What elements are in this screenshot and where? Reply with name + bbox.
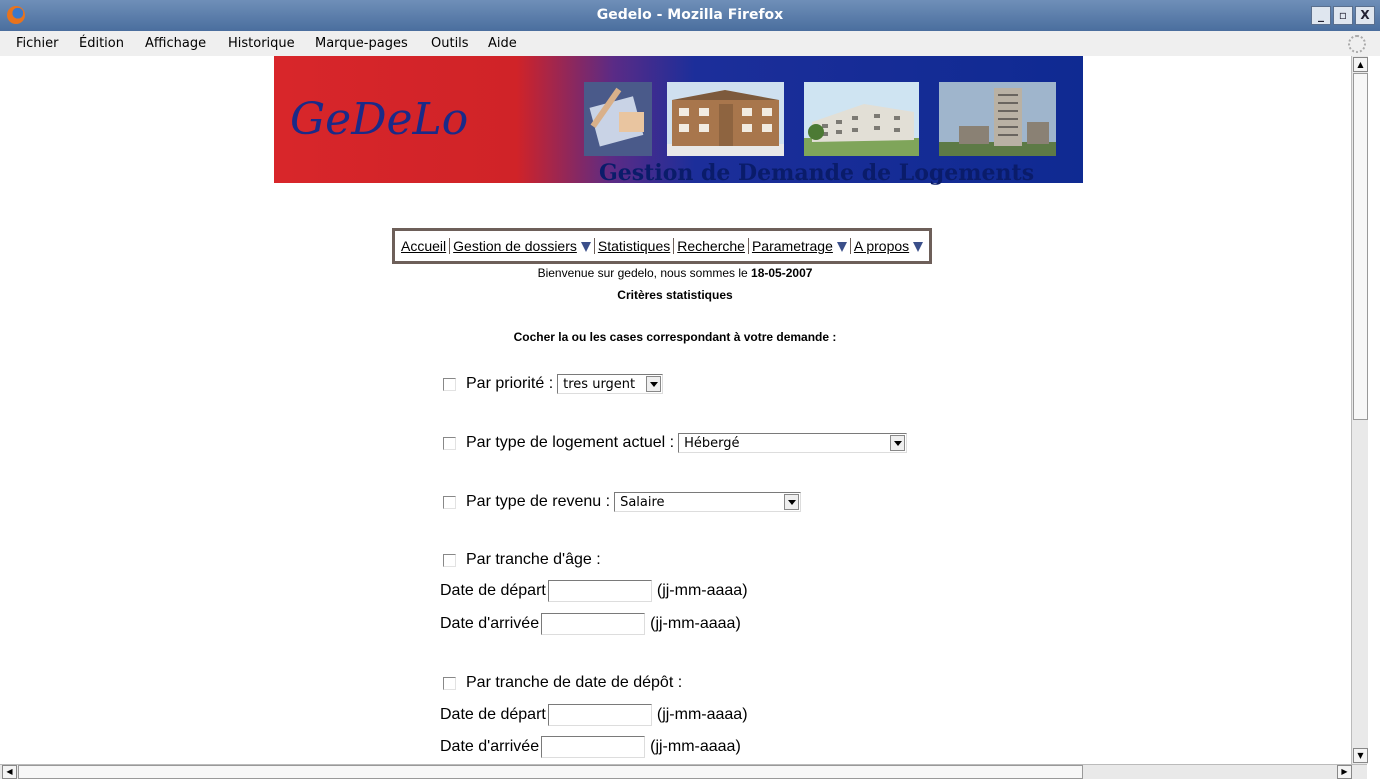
dropdown-arrow-icon[interactable] [836,242,847,252]
menu-aide[interactable]: Aide [488,36,517,51]
banner-photo-tower [939,82,1056,156]
scroll-right-icon[interactable]: ▶ [1337,765,1352,779]
horizontal-scroll-thumb[interactable] [18,765,1083,779]
vertical-scroll-thumb[interactable] [1353,73,1368,420]
deposit-start-hint: (jj-mm-aaaa) [656,706,748,723]
window-titlebar: Gedelo - Mozilla Firefox _ ▫ X [0,0,1380,31]
housing-select[interactable]: Hébergé [678,433,908,453]
scroll-down-icon[interactable]: ▼ [1353,748,1368,763]
page-title: Critères statistiques [617,288,733,302]
criterion-priority: Par priorité : tres urgent [443,374,664,394]
criterion-age: Par tranche d'âge : [443,551,601,569]
menu-marque-pages[interactable]: Marque-pages [315,36,408,51]
chevron-down-icon[interactable] [646,376,662,392]
welcome-message: Bienvenue sur gedelo, nous sommes le 18-… [0,266,1350,280]
deposit-end-row: Date d'arrivée (jj-mm-aaaa) [440,736,741,758]
priority-label: Par priorité : [466,375,554,392]
age-start-row: Date de départ (jj-mm-aaaa) [440,580,748,602]
menu-historique[interactable]: Historique [228,36,295,51]
age-end-hint: (jj-mm-aaaa) [650,615,741,632]
priority-checkbox[interactable] [443,377,456,391]
current-date: 18-05-2007 [751,266,813,280]
criterion-deposit: Par tranche de date de dépôt : [443,674,682,692]
income-select-value: Salaire [620,495,665,510]
main-nav: Accueil Gestion de dossiers Statistiques… [392,228,933,264]
scroll-up-icon[interactable]: ▲ [1353,57,1368,72]
housing-label: Par type de logement actuel : [466,434,675,451]
age-start-label: Date de départ [440,582,546,599]
maximize-button[interactable]: ▫ [1333,6,1353,25]
site-tagline: Gestion de Demande de Logements [599,160,1035,186]
nav-statistiques[interactable]: Statistiques [595,238,675,254]
chevron-down-icon[interactable] [784,494,800,510]
menu-affichage[interactable]: Affichage [145,36,206,51]
page-content: GeDeLo Gestion de Demande de Logements A… [0,56,1350,764]
site-banner: GeDeLo Gestion de Demande de Logements [274,56,1083,186]
nav-parametrage-label[interactable]: Parametrage [752,238,833,254]
dropdown-arrow-icon[interactable] [913,242,924,252]
housing-select-value: Hébergé [684,436,740,451]
priority-select-value: tres urgent [563,377,636,392]
criterion-income: Par type de revenu : Salaire [443,492,802,512]
nav-statistiques-label[interactable]: Statistiques [598,238,670,254]
deposit-start-input[interactable] [547,704,652,726]
menu-edition[interactable]: Édition [79,36,124,51]
minimize-button[interactable]: _ [1311,6,1331,25]
deposit-checkbox[interactable] [443,676,456,690]
age-start-input[interactable] [547,580,652,602]
nav-accueil-label[interactable]: Accueil [401,238,446,254]
instruction-text: Cocher la ou les cases correspondant à v… [513,330,837,344]
nav-accueil[interactable]: Accueil [398,238,451,254]
nav-gestion-de-dossiers[interactable]: Gestion de dossiers [450,238,595,254]
scroll-left-icon[interactable]: ◀ [2,765,17,779]
chevron-down-icon[interactable] [890,435,906,451]
vertical-scrollbar[interactable]: ▲ ▼ [1351,56,1368,764]
age-start-hint: (jj-mm-aaaa) [656,582,748,599]
banner-photo-signing [584,82,652,156]
nav-recherche-label[interactable]: Recherche [677,238,745,254]
deposit-end-input[interactable] [541,736,646,758]
criterion-housing: Par type de logement actuel : Hébergé [443,433,908,453]
banner-photo-building-1 [667,82,784,156]
nav-recherche[interactable]: Recherche [674,238,749,254]
deposit-start-row: Date de départ (jj-mm-aaaa) [440,704,748,726]
nav-gestion-label[interactable]: Gestion de dossiers [453,238,577,254]
window-title: Gedelo - Mozilla Firefox [596,7,784,23]
banner-photo-building-2 [804,82,919,156]
housing-checkbox[interactable] [443,436,456,450]
income-checkbox[interactable] [443,495,456,509]
deposit-start-label: Date de départ [440,706,546,723]
income-select[interactable]: Salaire [614,492,802,512]
priority-select[interactable]: tres urgent [557,374,664,394]
deposit-end-hint: (jj-mm-aaaa) [650,738,741,755]
age-end-label: Date d'arrivée [440,615,540,632]
throbber-icon [1348,35,1366,53]
income-label: Par type de revenu : [466,493,611,510]
menu-fichier[interactable]: Fichier [16,36,59,51]
window-controls: _ ▫ X [1311,6,1375,25]
nav-a-propos-label[interactable]: A propos [854,238,909,254]
age-end-row: Date d'arrivée (jj-mm-aaaa) [440,613,741,635]
nav-parametrage[interactable]: Parametrage [749,238,851,254]
age-label: Par tranche d'âge : [466,551,601,568]
age-end-input[interactable] [541,613,646,635]
age-checkbox[interactable] [443,553,456,567]
site-logo: GeDeLo [290,94,469,145]
nav-a-propos[interactable]: A propos [851,238,926,254]
close-button[interactable]: X [1355,6,1375,25]
horizontal-scrollbar[interactable]: ◀ ▶ [0,764,1367,779]
welcome-text: Bienvenue sur gedelo, nous sommes le [537,266,752,280]
deposit-label: Par tranche de date de dépôt : [466,674,683,691]
dropdown-arrow-icon[interactable] [580,242,591,252]
menu-outils[interactable]: Outils [431,36,469,51]
menu-bar: Fichier Édition Affichage Historique Mar… [0,31,1380,56]
deposit-end-label: Date d'arrivée [440,738,540,755]
